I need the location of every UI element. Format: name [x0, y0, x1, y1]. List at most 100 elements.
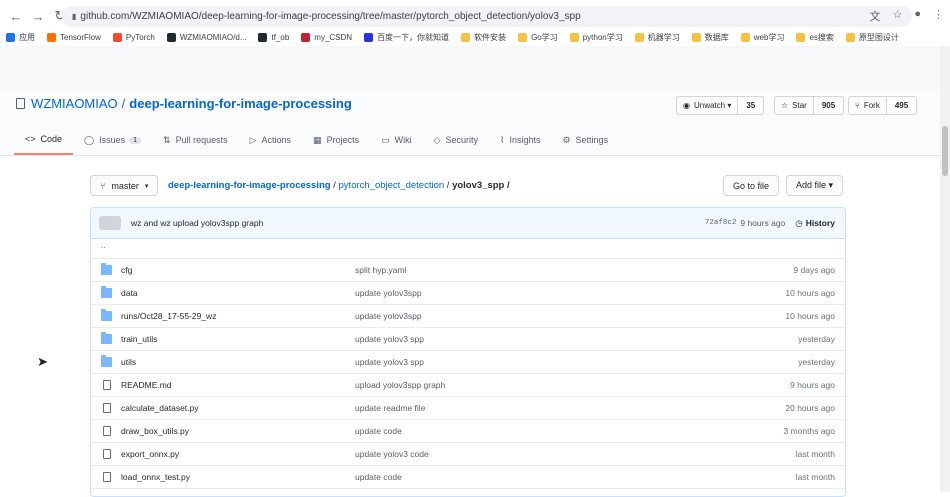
- branch-icon: ⑂: [100, 180, 106, 191]
- file-commit-message[interactable]: update yolov3 spp: [355, 357, 424, 367]
- bookmark-item[interactable]: python学习: [569, 32, 623, 43]
- watch-count[interactable]: 35: [738, 96, 765, 115]
- file-age: 10 hours ago: [785, 311, 835, 321]
- breadcrumb-repo[interactable]: deep-learning-for-image-processing: [168, 180, 331, 191]
- tab-icon: ⚙: [562, 134, 571, 145]
- history-link[interactable]: ◷ History: [795, 218, 835, 229]
- file-commit-message[interactable]: upload yolov3spp graph: [355, 380, 445, 390]
- bookmark-item[interactable]: Go学习: [518, 32, 558, 43]
- forward-arrow-icon[interactable]: →: [28, 6, 48, 26]
- file-name-link[interactable]: export_onnx.py: [121, 449, 179, 459]
- bookmark-item[interactable]: 数据库: [691, 32, 729, 43]
- file-commit-message[interactable]: update yolov3 code: [355, 449, 429, 459]
- repo-name-link[interactable]: deep-learning-for-image-processing: [129, 96, 351, 111]
- file-commit-message[interactable]: split hyp.yaml: [355, 265, 407, 275]
- branch-select-button[interactable]: ⑂ master ▾: [90, 175, 159, 196]
- bookmark-item[interactable]: 软件安装: [461, 32, 506, 43]
- bookmark-favicon-icon: [364, 33, 374, 42]
- tab-pull-requests[interactable]: ⇅ Pull requests: [152, 130, 239, 155]
- file-age: 9 hours ago: [790, 380, 835, 390]
- file-name-link[interactable]: runs/Oct28_17-55-29_wz: [121, 311, 216, 321]
- table-row: calculate_dataset.py update readme file 20…: [91, 397, 845, 420]
- folder-icon: [691, 33, 701, 42]
- latest-commit-bar: wz and wz upload yolov3spp graph 72af8c2…: [91, 208, 845, 239]
- fork-count[interactable]: 495: [886, 96, 918, 115]
- file-commit-message[interactable]: update code: [355, 426, 402, 436]
- file-age: 9 days ago: [793, 265, 835, 275]
- address-url[interactable]: github.com/WZMIAOMIAO/deep-learning-for-…: [80, 11, 580, 22]
- bookmark-item[interactable]: es搜索: [796, 32, 834, 43]
- fork-button[interactable]: ⑂ Fork: [848, 96, 887, 115]
- parent-directory-link[interactable]: ..: [91, 239, 845, 259]
- tab-issues[interactable]: ◯ Issues 1: [73, 130, 152, 155]
- go-to-file-button[interactable]: Go to file: [723, 175, 780, 196]
- breadcrumb: deep-learning-for-image-processing / pyt…: [168, 180, 510, 191]
- repo-owner-link[interactable]: WZMIAOMIAO: [31, 96, 118, 111]
- star-button[interactable]: ☆ Star: [774, 96, 814, 115]
- file-name-link[interactable]: README.md: [121, 380, 172, 390]
- repo-title-separator: /: [121, 96, 126, 111]
- file-name-link[interactable]: utils: [121, 357, 136, 367]
- add-file-button[interactable]: Add file ▾: [786, 175, 844, 196]
- tab-projects[interactable]: ▦ Projects: [302, 130, 370, 155]
- eye-icon: ◉: [683, 101, 690, 110]
- file-name-link[interactable]: load_onnx_test.py: [121, 472, 190, 482]
- file-icon: [103, 380, 111, 390]
- bookmark-item[interactable]: PyTorch: [112, 33, 155, 42]
- bookmark-item[interactable]: web学习: [740, 32, 784, 43]
- table-row: runs/Oct28_17-55-29_wz update yolov3spp 10…: [91, 305, 845, 328]
- file-navigation: ⑂ master ▾ deep-learning-for-image-proce…: [90, 175, 846, 197]
- folder-icon: [569, 33, 579, 42]
- file-name-link[interactable]: cfg: [121, 265, 132, 275]
- commit-message[interactable]: wz and wz upload yolov3spp graph: [131, 218, 263, 228]
- file-name-link[interactable]: calculate_dataset.py: [121, 403, 199, 413]
- address-bar[interactable]: ▮ github.com/WZMIAOMIAO/deep-learning-fo…: [62, 6, 912, 27]
- tab-settings[interactable]: ⚙ Settings: [551, 130, 619, 155]
- caret-down-icon: ▾: [144, 182, 149, 190]
- bookmark-item[interactable]: 原型图设计: [845, 32, 899, 43]
- file-name-link[interactable]: data: [121, 288, 138, 298]
- file-commit-message[interactable]: update yolov3spp: [355, 311, 422, 321]
- commit-sha[interactable]: 72af8c2: [705, 219, 737, 227]
- bookmark-item[interactable]: my_CSDN: [301, 33, 352, 42]
- commit-age: 9 hours ago: [740, 218, 786, 228]
- file-age: yesterday: [798, 334, 835, 344]
- bookmark-item[interactable]: tf_ob: [258, 33, 289, 42]
- bookmark-item[interactable]: WZMIAOMIAO/d...: [166, 33, 246, 42]
- file-commit-message[interactable]: update code: [355, 472, 402, 482]
- tab-insights[interactable]: ⌇ Insights: [489, 130, 551, 155]
- bookmark-item[interactable]: 百度一下，你就知道: [364, 32, 449, 43]
- file-commit-message[interactable]: update readme file: [355, 403, 425, 413]
- scroll-thumb[interactable]: [942, 126, 948, 176]
- folder-icon: [101, 286, 112, 298]
- star-count[interactable]: 905: [813, 96, 845, 115]
- profile-icon[interactable]: ●: [914, 8, 921, 24]
- tab-wiki[interactable]: ▭ Wiki: [370, 130, 423, 155]
- breadcrumb-dir[interactable]: pytorch_object_detection: [339, 180, 445, 191]
- file-commit-message[interactable]: update yolov3 spp: [355, 334, 424, 344]
- folder-icon: [101, 309, 112, 321]
- file-name-link[interactable]: draw_box_utils.py: [121, 426, 189, 436]
- file-commit-message[interactable]: update yolov3spp: [355, 288, 422, 298]
- breadcrumb-current: yolov3_spp /: [452, 180, 510, 191]
- menu-icon[interactable]: ⋮: [933, 8, 944, 24]
- avatar[interactable]: [99, 216, 121, 230]
- issues-count-badge: 1: [129, 136, 142, 144]
- file-age: last month: [795, 472, 835, 482]
- tab-security[interactable]: ◇ Security: [423, 130, 489, 155]
- tab-actions[interactable]: ▷ Actions: [239, 130, 302, 155]
- translate-icon[interactable]: 文: [869, 8, 880, 24]
- tab-icon: ▦: [313, 134, 322, 145]
- bookmark-item[interactable]: 应用: [6, 32, 35, 43]
- table-row: draw_box_utils.py update code 3 months ago: [91, 420, 845, 443]
- scrollbar[interactable]: [940, 46, 950, 492]
- tab-code[interactable]: <> Code: [14, 130, 74, 155]
- file-name-link[interactable]: train_utils: [121, 334, 157, 344]
- bookmark-item[interactable]: 机器学习: [634, 32, 680, 43]
- file-icon: [103, 449, 111, 459]
- back-arrow-icon[interactable]: ←: [6, 6, 26, 26]
- star-bookmark-icon[interactable]: ☆: [892, 8, 902, 24]
- bookmark-item[interactable]: TensorFlow: [47, 33, 101, 42]
- folder-icon: [101, 332, 112, 344]
- unwatch-button[interactable]: ◉ Unwatch ▾: [676, 96, 739, 115]
